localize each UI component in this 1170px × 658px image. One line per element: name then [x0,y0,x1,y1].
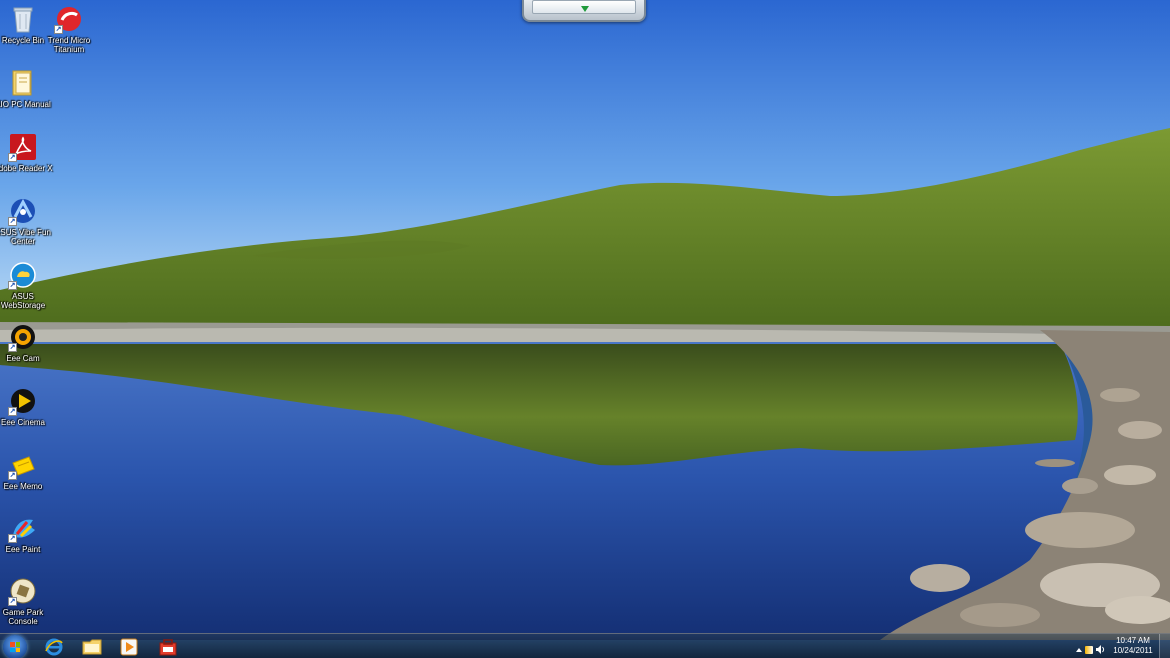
desktop-icon-label: Trend Micro Titanium [47,36,91,54]
desktop-icon-trend-micro[interactable]: ↗ Trend Micro Titanium [46,4,92,54]
volume-icon[interactable] [1096,641,1105,658]
show-desktop-button[interactable] [1159,634,1170,658]
eee-cam-icon: ↗ [8,322,38,352]
clock-time: 10:47 AM [1116,636,1150,645]
desktop: Recycle Bin ↗ Trend Micro Titanium AIO P… [0,0,1170,658]
taskbar-media-player[interactable] [117,636,141,657]
folder-icon [82,639,102,654]
taskbar-internet-explorer[interactable] [42,636,66,657]
asus-webstorage-icon: ↗ [8,260,38,290]
shortcut-arrow-icon: ↗ [8,597,17,606]
shortcut-arrow-icon: ↗ [8,281,17,290]
adobe-reader-icon: ↗ [8,132,38,162]
tray-icons [1076,641,1105,658]
game-park-icon: ↗ [8,576,38,606]
eee-cinema-icon: ↗ [8,386,38,416]
desktop-icon-label: Eee Paint [5,545,41,554]
asus-vibe-icon: ↗ [8,196,38,226]
network-icon[interactable] [1085,646,1093,654]
desktop-icon-adobe-reader[interactable]: ↗ Adobe Reader X [0,132,53,173]
wallpaper-lake-landscape [0,0,1170,640]
folder-icon [8,68,38,98]
desktop-icon-label: AIO PC Manual [0,100,51,109]
taskbar-windows-explorer[interactable] [80,636,104,657]
desktop-icon-label: ASUS Vibe Fun Center [0,228,51,246]
desktop-icon-eee-cam[interactable]: ↗ Eee Cam [0,322,46,363]
eee-memo-icon: ↗ [8,450,38,480]
desktop-icon-game-park[interactable]: ↗ Game Park Console [0,576,46,626]
media-player-icon [120,638,138,655]
toolbox-icon [159,638,177,655]
desktop-icon-aio-pc-manual[interactable]: AIO PC Manual [0,68,51,109]
recycle-bin-icon [8,4,38,34]
desktop-icon-label: Eee Cam [6,354,40,363]
system-tray: 10:47 AM 10/24/2011 [1074,634,1170,658]
desktop-icon-label: Adobe Reader X [0,164,53,173]
desktop-icon-eee-memo[interactable]: ↗ Eee Memo [0,450,46,491]
top-dock-handle[interactable] [522,0,646,22]
shortcut-arrow-icon: ↗ [8,153,17,162]
windows-logo-icon [10,642,20,652]
desktop-icon-label: ASUS WebStorage [0,292,46,310]
desktop-icon-eee-cinema[interactable]: ↗ Eee Cinema [0,386,46,427]
start-button[interactable] [3,635,27,658]
eee-paint-icon: ↗ [8,513,38,543]
shortcut-arrow-icon: ↗ [54,25,63,34]
chevron-up-icon[interactable] [1076,648,1082,652]
desktop-icon-label: Game Park Console [2,608,44,626]
shortcut-arrow-icon: ↗ [8,217,17,226]
shortcut-arrow-icon: ↗ [8,407,17,416]
desktop-icon-asus-vibe[interactable]: ↗ ASUS Vibe Fun Center [0,196,51,246]
taskbar: 10:47 AM 10/24/2011 [0,633,1170,658]
shortcut-arrow-icon: ↗ [8,343,17,352]
internet-explorer-icon [45,638,63,655]
trend-micro-icon: ↗ [54,4,84,34]
taskbar-toolbox[interactable] [156,636,180,657]
desktop-icon-eee-paint[interactable]: ↗ Eee Paint [0,513,46,554]
desktop-icon-label: Eee Cinema [0,418,46,427]
clock-date: 10/24/2011 [1113,646,1153,655]
desktop-icon-asus-webstorage[interactable]: ↗ ASUS WebStorage [0,260,46,310]
desktop-icon-label: Eee Memo [3,482,43,491]
shortcut-arrow-icon: ↗ [8,534,17,543]
chevron-down-icon [581,6,589,12]
clock[interactable]: 10:47 AM 10/24/2011 [1110,636,1156,656]
shortcut-arrow-icon: ↗ [8,471,17,480]
